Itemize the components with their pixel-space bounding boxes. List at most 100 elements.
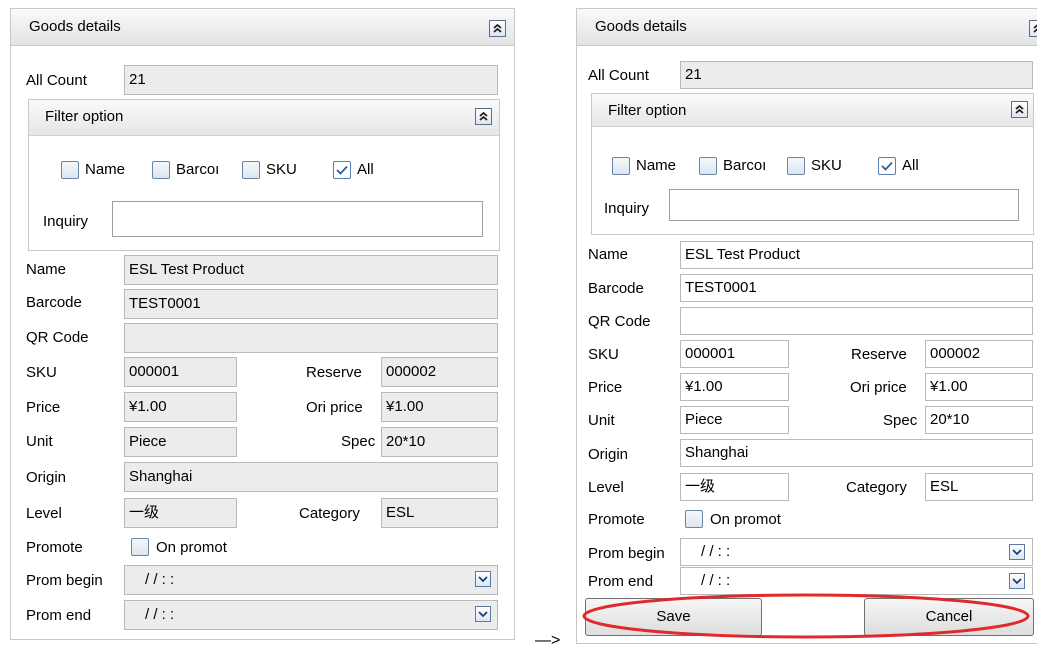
name-checkbox-label: Name bbox=[85, 161, 126, 178]
transition-arrow: —> bbox=[535, 632, 561, 649]
sku-checkbox[interactable] bbox=[787, 157, 805, 175]
name-checkbox-label: Name bbox=[636, 157, 677, 174]
filter-option-title: Filter option bbox=[608, 102, 687, 119]
price-field[interactable]: ¥1.00 bbox=[680, 373, 789, 401]
qr-code-field[interactable] bbox=[124, 323, 498, 353]
category-field[interactable]: ESL bbox=[925, 473, 1033, 501]
panel-title: Goods details bbox=[595, 18, 687, 35]
barcode-label: Barcode bbox=[588, 280, 644, 297]
prom-begin-picker[interactable]: / / : : bbox=[680, 538, 1033, 566]
name-field[interactable]: ESL Test Product bbox=[680, 241, 1033, 269]
prom-end-picker[interactable]: / / : : bbox=[124, 600, 498, 630]
barcode-field[interactable]: TEST0001 bbox=[124, 289, 498, 319]
chevron-down-icon bbox=[1012, 549, 1022, 556]
chevron-down-icon bbox=[478, 576, 488, 583]
category-label: Category bbox=[299, 505, 360, 522]
promote-label: Promote bbox=[588, 511, 645, 528]
sku-checkbox-label: SKU bbox=[266, 161, 297, 178]
origin-field[interactable]: Shanghai bbox=[680, 439, 1033, 467]
unit-label: Unit bbox=[26, 433, 53, 450]
spec-field[interactable]: 20*10 bbox=[925, 406, 1033, 434]
inquiry-label: Inquiry bbox=[604, 200, 650, 217]
collapse-button[interactable] bbox=[489, 20, 506, 37]
on-promote-checkbox[interactable] bbox=[685, 510, 703, 528]
category-field[interactable]: ESL bbox=[381, 498, 498, 528]
prom-begin-picker[interactable]: / / : : bbox=[124, 565, 498, 595]
origin-label: Origin bbox=[26, 469, 67, 486]
barcode-checkbox-label: Barcoı bbox=[723, 157, 767, 174]
price-label: Price bbox=[588, 379, 623, 396]
name-checkbox[interactable] bbox=[612, 157, 630, 175]
all-count-field: 21 bbox=[124, 65, 498, 95]
goods-details-panel-before: Goods details All Count 21 Filter option… bbox=[10, 8, 515, 640]
on-promote-label: On promot bbox=[710, 511, 781, 528]
barcode-field[interactable]: TEST0001 bbox=[680, 274, 1033, 302]
level-field[interactable]: 一级 bbox=[124, 498, 237, 528]
barcode-checkbox[interactable] bbox=[152, 161, 170, 179]
prom-begin-dropdown-button[interactable] bbox=[1009, 544, 1025, 560]
double-chevron-up-icon bbox=[1033, 24, 1037, 33]
on-promote-checkbox[interactable] bbox=[131, 538, 149, 556]
prom-begin-dropdown-button[interactable] bbox=[475, 571, 491, 587]
spec-label: Spec bbox=[341, 433, 376, 450]
sku-field[interactable]: 000001 bbox=[680, 340, 789, 368]
all-count-label: All Count bbox=[588, 67, 649, 84]
inquiry-label: Inquiry bbox=[43, 213, 89, 230]
qr-code-label: QR Code bbox=[26, 329, 89, 346]
category-label: Category bbox=[846, 479, 907, 496]
ori-price-label: Ori price bbox=[850, 379, 907, 396]
filter-collapse-button[interactable] bbox=[475, 108, 492, 125]
filter-option-group: Filter option Name Barcoı SKU All Inquir… bbox=[591, 93, 1034, 235]
ori-price-field[interactable]: ¥1.00 bbox=[381, 392, 498, 422]
name-checkbox[interactable] bbox=[61, 161, 79, 179]
panel-header: Goods details bbox=[11, 9, 514, 46]
prom-end-dropdown-button[interactable] bbox=[475, 606, 491, 622]
unit-field[interactable]: Piece bbox=[680, 406, 789, 434]
qr-code-field[interactable] bbox=[680, 307, 1033, 335]
reserve-label: Reserve bbox=[306, 364, 362, 381]
reserve-field[interactable]: 000002 bbox=[925, 340, 1033, 368]
reserve-field[interactable]: 000002 bbox=[381, 357, 498, 387]
qr-code-label: QR Code bbox=[588, 313, 651, 330]
promote-label: Promote bbox=[26, 539, 83, 556]
chevron-down-icon bbox=[478, 611, 488, 618]
all-count-label: All Count bbox=[26, 72, 87, 89]
check-icon bbox=[336, 165, 348, 175]
level-field[interactable]: 一级 bbox=[680, 473, 789, 501]
origin-field[interactable]: Shanghai bbox=[124, 462, 498, 492]
level-label: Level bbox=[26, 505, 62, 522]
unit-label: Unit bbox=[588, 412, 615, 429]
prom-begin-label: Prom begin bbox=[26, 572, 103, 589]
all-checkbox[interactable] bbox=[333, 161, 351, 179]
inquiry-input[interactable] bbox=[669, 189, 1019, 221]
panel-title: Goods details bbox=[29, 18, 121, 35]
sku-checkbox[interactable] bbox=[242, 161, 260, 179]
name-label: Name bbox=[588, 246, 629, 263]
highlight-ellipse bbox=[582, 593, 1030, 639]
barcode-label: Barcode bbox=[26, 294, 82, 311]
double-chevron-up-icon bbox=[1015, 104, 1024, 114]
sku-label: SKU bbox=[588, 346, 619, 363]
all-checkbox[interactable] bbox=[878, 157, 896, 175]
filter-collapse-button[interactable] bbox=[1011, 101, 1028, 118]
sku-label: SKU bbox=[26, 364, 57, 381]
spec-label: Spec bbox=[883, 412, 918, 429]
prom-end-label: Prom end bbox=[26, 607, 92, 624]
inquiry-input[interactable] bbox=[112, 201, 483, 237]
reserve-label: Reserve bbox=[851, 346, 907, 363]
spec-field[interactable]: 20*10 bbox=[381, 427, 498, 457]
barcode-checkbox[interactable] bbox=[699, 157, 717, 175]
prom-end-label: Prom end bbox=[588, 573, 654, 590]
price-field[interactable]: ¥1.00 bbox=[124, 392, 237, 422]
collapse-button[interactable] bbox=[1029, 20, 1037, 37]
name-field[interactable]: ESL Test Product bbox=[124, 255, 498, 285]
sku-field[interactable]: 000001 bbox=[124, 357, 237, 387]
double-chevron-up-icon bbox=[479, 111, 488, 121]
level-label: Level bbox=[588, 479, 624, 496]
unit-field[interactable]: Piece bbox=[124, 427, 237, 457]
ori-price-field[interactable]: ¥1.00 bbox=[925, 373, 1033, 401]
filter-option-title: Filter option bbox=[45, 108, 124, 125]
highlight-ellipse-shape bbox=[582, 593, 1030, 639]
all-checkbox-label: All bbox=[902, 157, 919, 174]
prom-end-dropdown-button[interactable] bbox=[1009, 573, 1025, 589]
